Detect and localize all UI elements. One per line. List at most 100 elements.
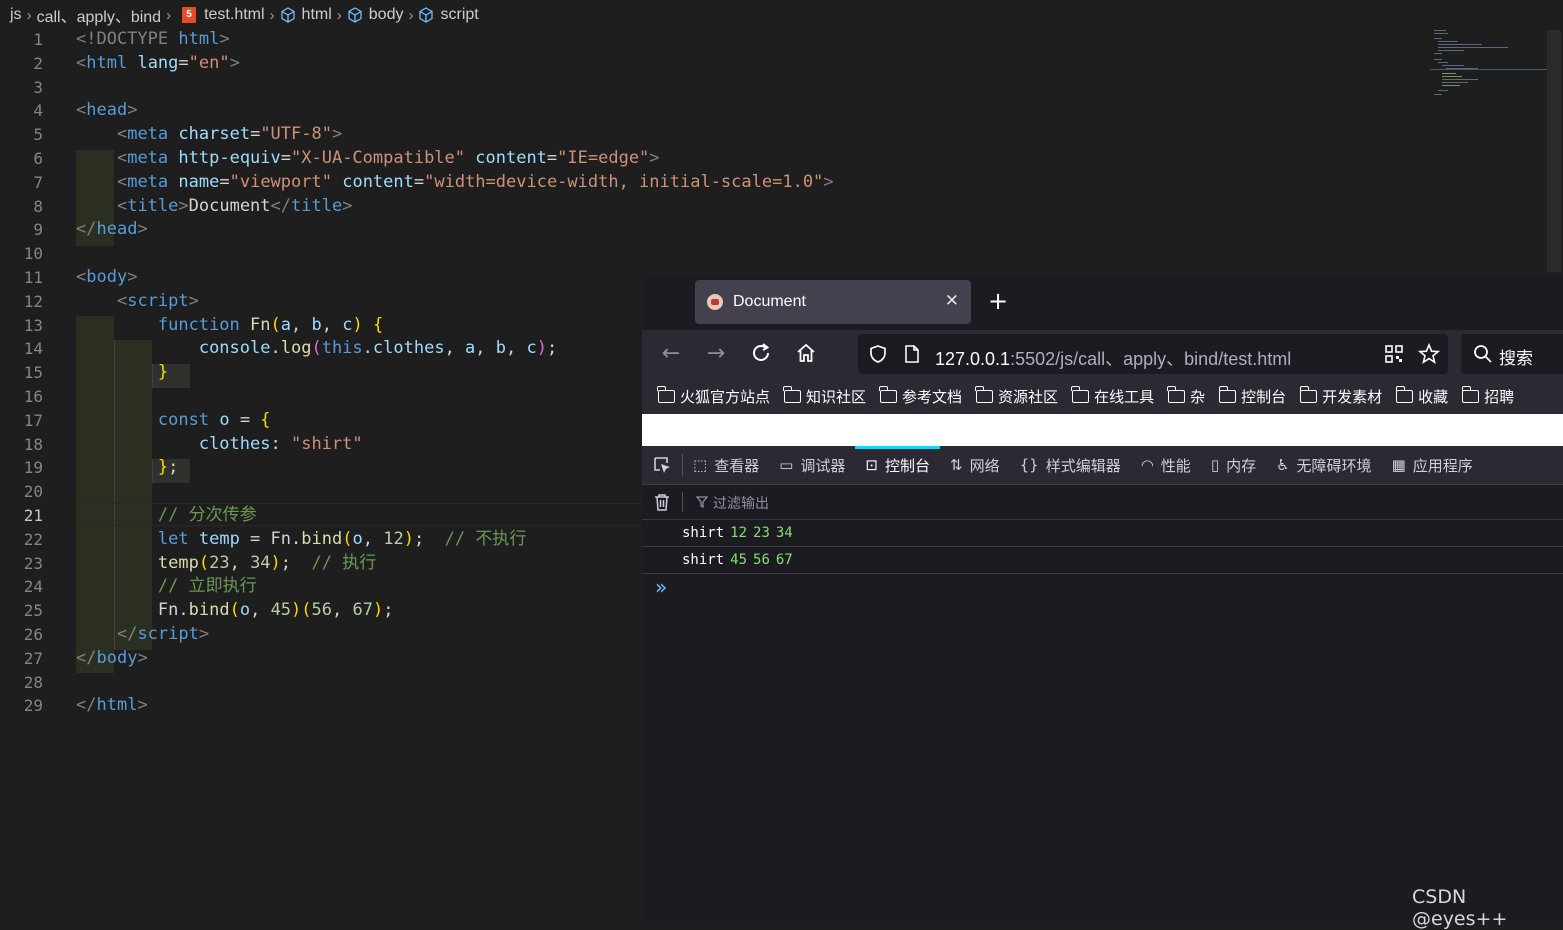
tab-accessibility[interactable]: ♿ 无障碍环境	[1266, 446, 1381, 484]
folder-icon	[879, 385, 898, 403]
breadcrumb-item-script[interactable]: script	[440, 6, 478, 24]
bookmark-folder[interactable]: 参考文档	[879, 385, 963, 407]
code-token: <	[116, 195, 128, 216]
code-token: </	[76, 647, 97, 668]
bookmark-star-icon[interactable]	[1418, 343, 1440, 365]
tab-style-editor[interactable]: {} 样式编辑器	[1010, 446, 1131, 484]
console-log-row[interactable]: shirt 12 23 34	[642, 520, 1563, 547]
code-line-25: Fn.bind(o, 45)(56, 67);	[76, 599, 641, 623]
line-number: 26	[23, 624, 43, 644]
code-token: >	[127, 266, 138, 287]
tab-memory[interactable]: ▯ 内存	[1201, 446, 1266, 484]
qr-code-icon[interactable]	[1384, 344, 1404, 364]
editor-scrollbar[interactable]	[1547, 30, 1561, 272]
tab-label: 样式编辑器	[1045, 456, 1121, 475]
search-bar[interactable]: 搜索	[1461, 334, 1563, 374]
code-line-19: };	[76, 456, 641, 480]
breadcrumb-item-body[interactable]: body	[369, 6, 404, 24]
bookmark-folder[interactable]: 收藏	[1395, 385, 1449, 407]
code-token: 34	[250, 552, 271, 573]
bookmark-folder[interactable]: 杂	[1167, 385, 1205, 407]
tab-console[interactable]: ⊡ 控制台	[855, 446, 940, 484]
tab-application[interactable]: ▦ 应用程序	[1382, 446, 1483, 484]
bookmark-label: 资源社区	[998, 387, 1059, 406]
tab-label: 性能	[1160, 456, 1191, 475]
tracking-protection-shield-icon[interactable]	[868, 344, 888, 364]
log-text: shirt	[682, 552, 725, 568]
console-input-prompt[interactable]: »	[655, 575, 667, 599]
tab-performance[interactable]: ◠ 性能	[1131, 446, 1201, 484]
back-arrow-icon[interactable]: ←	[659, 342, 683, 366]
tab-document[interactable]: Document ✕	[695, 280, 971, 324]
symbol-element-icon	[280, 7, 295, 23]
code-token: <!DOCTYPE	[76, 29, 179, 49]
chevron-right-icon: ›	[408, 6, 414, 24]
code-lines[interactable]: <!DOCTYPE html> <html lang="en"> <head> …	[76, 28, 834, 718]
element-picker-icon	[654, 457, 670, 473]
bookmark-folder[interactable]: 在线工具	[1071, 385, 1154, 407]
bookmark-folder[interactable]: 火狐官方站点	[657, 385, 770, 407]
element-picker-button[interactable]	[642, 446, 682, 484]
code-token: meta	[127, 124, 169, 145]
breadcrumb-item-file[interactable]: test.html	[204, 6, 264, 24]
console-filter-bar: 过滤输出	[642, 485, 1563, 520]
code-token: ;	[383, 600, 394, 621]
code-token: </	[76, 219, 97, 240]
breadcrumb-item-folder[interactable]: call、apply、bind	[37, 3, 162, 27]
line-number: 15	[23, 363, 43, 383]
trash-icon[interactable]	[654, 493, 670, 511]
code-token: c	[526, 338, 537, 359]
bookmark-folder[interactable]: 资源社区	[975, 385, 1059, 407]
code-token: "width=device-width, initial-scale=1.0"	[424, 171, 824, 192]
navigation-toolbar: ← → 127.0.0.1:5502/js/call、apply、bind/te…	[642, 330, 1563, 378]
folder-icon	[975, 385, 994, 403]
code-token: )	[373, 600, 384, 621]
tab-debugger[interactable]: ▭ 调试器	[769, 446, 855, 484]
code-token: html	[96, 695, 138, 716]
page-info-icon[interactable]	[903, 344, 921, 364]
home-icon[interactable]	[794, 342, 818, 366]
log-number: 45	[730, 552, 748, 568]
tab-label: 调试器	[800, 456, 846, 475]
code-line-7: <meta name="viewport" content="width=dev…	[76, 171, 834, 195]
line-number: 13	[23, 315, 43, 335]
filter-output-input[interactable]: 过滤输出	[713, 493, 769, 513]
code-token: function	[157, 314, 240, 335]
reload-icon[interactable]	[749, 342, 773, 366]
code-token: ,	[332, 600, 353, 621]
code-line-8: <title>Document</title>	[76, 195, 641, 219]
code-token: name	[178, 171, 220, 192]
code-token: 23	[209, 552, 230, 573]
close-tab-icon[interactable]: ✕	[945, 291, 959, 311]
bookmark-folder[interactable]: 控制台	[1218, 385, 1286, 407]
code-token: 56	[311, 600, 333, 621]
tab-inspector[interactable]: ⬚ 查看器	[683, 446, 769, 484]
breadcrumb-item-html[interactable]: html	[302, 6, 332, 24]
bookmark-folder[interactable]: 开发素材	[1299, 385, 1382, 407]
forward-arrow-icon[interactable]: →	[704, 342, 728, 366]
code-token: // 立即执行	[157, 576, 257, 597]
tab-network[interactable]: ⇅ 网络	[940, 446, 1010, 484]
page-viewport[interactable]	[642, 414, 1563, 446]
bookmark-folder[interactable]: 招聘	[1461, 385, 1514, 407]
filter-funnel-icon	[696, 496, 708, 508]
line-number: 5	[33, 125, 43, 145]
bookmark-label: 收藏	[1418, 387, 1449, 406]
console-log-row[interactable]: shirt 45 56 67	[642, 547, 1563, 574]
code-token: >	[178, 195, 189, 216]
line-number: 6	[33, 148, 43, 168]
code-line-2: <html lang="en">	[76, 52, 641, 76]
line-number: 16	[23, 386, 43, 406]
bookmark-folder[interactable]: 知识社区	[783, 385, 866, 407]
address-bar[interactable]: 127.0.0.1:5502/js/call、apply、bind/test.h…	[858, 334, 1448, 374]
bookmark-label: 参考文档	[902, 387, 963, 406]
minimap[interactable]	[1430, 28, 1550, 98]
breadcrumb-item-js[interactable]: js	[10, 6, 22, 24]
code-token: "shirt"	[290, 433, 363, 454]
new-tab-button[interactable]: +	[988, 289, 1008, 313]
code-token: )	[403, 528, 414, 549]
